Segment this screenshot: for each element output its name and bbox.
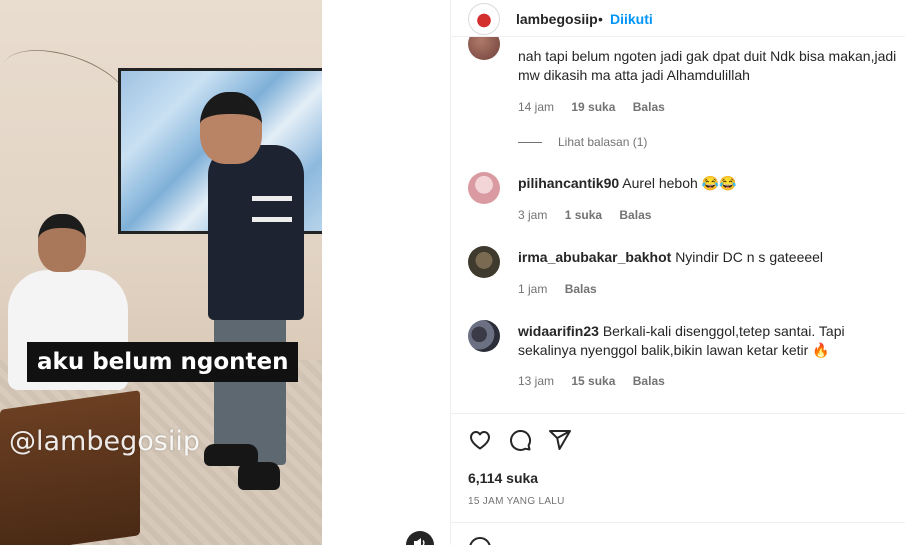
background-table (0, 390, 140, 545)
divider (451, 413, 905, 414)
commenter-username[interactable]: irma_abubakar_bakhot (518, 249, 671, 265)
comment-meta: 13 jam 15 suka Balas (518, 374, 679, 388)
heart-icon[interactable] (468, 428, 492, 452)
replies-line (518, 142, 542, 144)
author-avatar[interactable] (468, 3, 500, 35)
person-left-head (38, 214, 86, 272)
comment-time[interactable]: 3 jam (518, 208, 547, 222)
reply-button[interactable]: Balas (633, 100, 665, 114)
person-right-legs (214, 315, 286, 465)
comment-likes[interactable]: 19 suka (571, 100, 615, 114)
share-icon[interactable] (548, 428, 572, 452)
comment-body: Aurel heboh 😂😂 (622, 175, 737, 191)
like-count[interactable]: 6,114 suka (468, 470, 538, 486)
shoe-right (238, 462, 280, 490)
comment-time[interactable]: 13 jam (518, 374, 554, 388)
author-username[interactable]: lambegosiip (516, 11, 598, 27)
comment-meta: 14 jam 19 suka Balas (518, 100, 679, 114)
emoji-icon[interactable] (468, 536, 492, 545)
commenter-avatar[interactable] (468, 320, 500, 352)
background-cable (0, 36, 137, 134)
comment-meta: 3 jam 1 suka Balas (518, 208, 665, 222)
volume-icon (414, 538, 425, 545)
commenter-avatar[interactable] (468, 172, 500, 204)
view-replies-button[interactable]: Lihat balasan (1) (518, 135, 647, 149)
commenter-username[interactable]: widaarifin23 (518, 323, 599, 339)
reply-button[interactable]: Balas (565, 282, 597, 296)
video-caption: aku belum ngonten (27, 342, 299, 382)
comment-likes[interactable]: 15 suka (571, 374, 615, 388)
comment-body: Nyindir DC n s gateeeel (675, 249, 824, 265)
comment-text: widaarifin23 Berkali-kali disenggol,tete… (518, 322, 898, 360)
video-watermark: @lambegosiip (9, 426, 200, 457)
person-right-head (200, 92, 262, 164)
comment-time[interactable]: 1 jam (518, 282, 547, 296)
comment-icon[interactable] (508, 428, 532, 452)
header-separator: • (598, 11, 603, 27)
commenter-username[interactable]: pilihancantik90 (518, 175, 619, 191)
comment-likes[interactable]: 1 suka (565, 208, 602, 222)
reply-button[interactable]: Balas (619, 208, 651, 222)
post-side-panel: nah tapi belum ngoten jadi gak dpat duit… (450, 0, 905, 545)
commenter-avatar[interactable] (468, 246, 500, 278)
person-right-body (208, 145, 304, 320)
video-player[interactable]: aku belum ngonten @lambegosiip (0, 0, 322, 545)
comment-meta: 1 jam Balas (518, 282, 611, 296)
following-button[interactable]: Diikuti (610, 11, 653, 27)
divider (451, 522, 905, 523)
comment-text: pilihancantik90 Aurel heboh 😂😂 (518, 174, 898, 193)
comment-text: nah tapi belum ngoten jadi gak dpat duit… (518, 48, 897, 83)
comment-text: irma_abubakar_bakhot Nyindir DC n s gate… (518, 248, 898, 267)
comment-time[interactable]: 14 jam (518, 100, 554, 114)
post-header: lambegosiip • Diikuti (451, 0, 905, 37)
post-timestamp: 15 JAM YANG LALU (468, 496, 565, 507)
video-side-gap (322, 0, 450, 545)
view-replies-label: Lihat balasan (1) (558, 135, 648, 149)
reply-button[interactable]: Balas (633, 374, 665, 388)
person-right-sleeve-stripes (252, 196, 292, 222)
